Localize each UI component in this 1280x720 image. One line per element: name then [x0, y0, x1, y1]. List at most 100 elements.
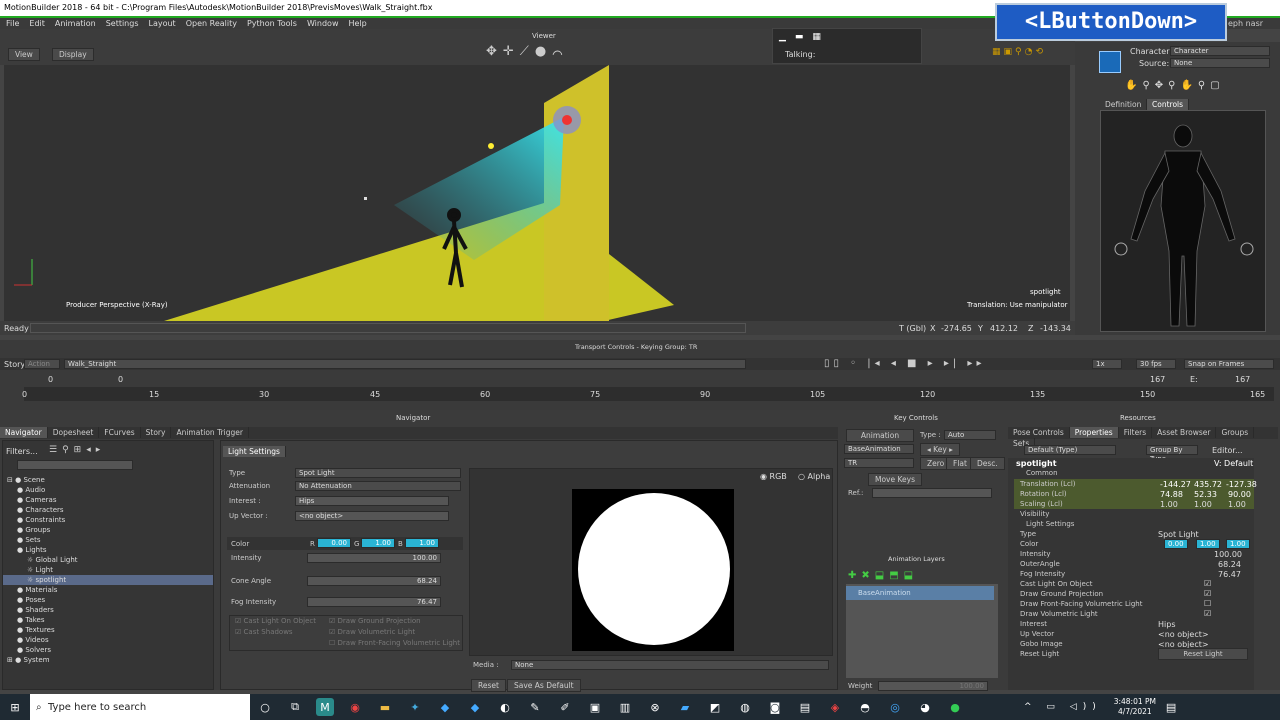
- prop-color-b[interactable]: 1.00: [1226, 539, 1250, 549]
- group-by-select[interactable]: Group By Type: [1146, 445, 1198, 463]
- chrome-icon[interactable]: ◉: [346, 698, 364, 716]
- end-frame[interactable]: 167: [1150, 375, 1165, 384]
- fog-intensity-slider[interactable]: 76.47: [307, 597, 441, 607]
- keying-group-select[interactable]: TR: [844, 458, 914, 468]
- menu-open-reality[interactable]: Open Reality: [186, 19, 237, 28]
- animation-button[interactable]: Animation: [846, 429, 914, 442]
- app-icon[interactable]: ✐: [556, 698, 574, 716]
- tree-item-scene[interactable]: ⊟ ● Scene: [3, 475, 213, 485]
- prop-up-vector-value[interactable]: <no object>: [1158, 630, 1209, 639]
- fps-select[interactable]: 30 fps: [1136, 359, 1176, 369]
- tree-item-characters[interactable]: ● Characters: [3, 505, 213, 515]
- app-icon[interactable]: ◆: [436, 698, 454, 716]
- speed-select[interactable]: 1x: [1092, 359, 1122, 369]
- tab-filters[interactable]: Filters: [1119, 427, 1153, 438]
- app-icon[interactable]: ▣: [586, 698, 604, 716]
- base-animation-select[interactable]: BaseAnimation: [844, 444, 914, 454]
- app-icon[interactable]: ✦: [406, 698, 424, 716]
- scaling-y[interactable]: 1.00: [1194, 500, 1212, 509]
- view-tools-icon[interactable]: ▦▣⚲◔⟲: [992, 47, 1046, 57]
- media-select[interactable]: None: [511, 660, 829, 670]
- translation-y[interactable]: 435.72: [1194, 480, 1222, 489]
- playback-controls-icon[interactable]: ▯▯ ◦ |◂ ◂ ■ ▸ ▸| ▸▸: [824, 358, 985, 369]
- attenuation-select[interactable]: No Attenuation: [295, 481, 461, 491]
- tree-tools-icon[interactable]: ☰⚲⊞◂▸: [49, 445, 105, 455]
- menu-file[interactable]: File: [6, 19, 19, 28]
- color-r-field[interactable]: 0.00: [317, 538, 351, 548]
- tab-dopesheet[interactable]: Dopesheet: [48, 427, 100, 438]
- notifications-icon[interactable]: ▤: [1162, 698, 1180, 716]
- layer-row[interactable]: BaseAnimation: [846, 586, 994, 600]
- app-icon[interactable]: ◍: [736, 698, 754, 716]
- tree-item-lights[interactable]: ● Lights: [3, 545, 213, 555]
- tree-item-audio[interactable]: ● Audio: [3, 485, 213, 495]
- draw-ground-checkbox[interactable]: ☑ Draw Ground Projection: [329, 617, 421, 625]
- tab-groups[interactable]: Groups: [1216, 427, 1255, 438]
- app-icon[interactable]: ◎: [886, 698, 904, 716]
- prop-checkboxes-icon[interactable]: ☑ ☑ ☐ ☑: [1204, 579, 1211, 619]
- tree-item-poses[interactable]: ● Poses: [3, 595, 213, 605]
- tree-item-constraints[interactable]: ● Constraints: [3, 515, 213, 525]
- timeline-slider[interactable]: 0 15 30 45 60 75 90 105 120 135 150 165: [22, 387, 1274, 401]
- prop-fog-value[interactable]: 76.47: [1218, 570, 1241, 579]
- source-select[interactable]: None: [1170, 58, 1270, 68]
- file-explorer-icon[interactable]: ▬: [376, 698, 394, 716]
- tree-item-system[interactable]: ⊞ ● System: [3, 655, 213, 665]
- current-frame[interactable]: 0: [118, 375, 123, 384]
- take-select[interactable]: Walk_Straight: [64, 359, 746, 369]
- tree-search-input[interactable]: [17, 460, 133, 470]
- type-select[interactable]: Spot Light: [295, 468, 461, 478]
- prop-interest-value[interactable]: Hips: [1158, 620, 1175, 629]
- reset-light-button[interactable]: Reset Light: [1158, 648, 1248, 660]
- weight-slider[interactable]: 100.00: [878, 681, 988, 691]
- menu-edit[interactable]: Edit: [29, 19, 45, 28]
- app-icon[interactable]: ◐: [496, 698, 514, 716]
- tree-item-global-light[interactable]: ☼ Global Light: [3, 555, 213, 565]
- tab-animation-trigger[interactable]: Animation Trigger: [171, 427, 249, 438]
- menu-window[interactable]: Window: [307, 19, 339, 28]
- tab-navigator[interactable]: Navigator: [0, 427, 48, 438]
- menu-help[interactable]: Help: [348, 19, 366, 28]
- action-select[interactable]: Action: [24, 359, 60, 369]
- view-button[interactable]: View: [8, 48, 40, 61]
- motionbuilder-icon[interactable]: M: [316, 698, 334, 716]
- app-icon[interactable]: ◈: [826, 698, 844, 716]
- app-icon[interactable]: ▤: [796, 698, 814, 716]
- cortana-icon[interactable]: ○: [256, 698, 274, 716]
- system-tray-icons[interactable]: ^ ▭ ◁)): [1024, 702, 1102, 712]
- taskbar-search[interactable]: ⌕ Type here to search: [30, 694, 250, 720]
- common-group[interactable]: Common: [1026, 469, 1058, 477]
- color-g-field[interactable]: 1.00: [361, 538, 395, 548]
- camera-app-icon[interactable]: ◙: [766, 698, 784, 716]
- key-button[interactable]: ◂ Key ▸: [920, 443, 960, 456]
- desc-button[interactable]: Desc.: [970, 457, 1005, 470]
- x-value[interactable]: -274.65: [941, 324, 972, 333]
- filters-label[interactable]: Filters...: [6, 447, 38, 456]
- tab-properties[interactable]: Properties: [1069, 427, 1119, 438]
- tab-controls[interactable]: Controls: [1147, 99, 1190, 110]
- rgb-radio[interactable]: ◉ RGB: [760, 472, 787, 481]
- scaling-x[interactable]: 1.00: [1160, 500, 1178, 509]
- ref-field[interactable]: [872, 488, 992, 498]
- cast-light-checkbox[interactable]: ☑ Cast Light On Object: [235, 617, 316, 625]
- draw-volumetric-checkbox[interactable]: ☑ Draw Volumetric Light: [329, 628, 415, 636]
- window-controls-icon[interactable]: ▁▬▦: [779, 32, 830, 42]
- tree-item-textures[interactable]: ● Textures: [3, 625, 213, 635]
- display-button[interactable]: Display: [52, 48, 94, 61]
- cone-angle-slider[interactable]: 68.24: [307, 576, 441, 586]
- layer-tools-icon[interactable]: ✚✖⬓⬒⬓: [848, 570, 918, 581]
- tree-item-shaders[interactable]: ● Shaders: [3, 605, 213, 615]
- alpha-radio[interactable]: ○ Alpha: [798, 472, 830, 481]
- key-type-select[interactable]: Auto: [944, 430, 996, 440]
- reset-button[interactable]: Reset: [471, 679, 506, 692]
- pose-tool-icons[interactable]: ✋⚲✥⚲✋⚲▢: [1125, 80, 1225, 91]
- up-vector-field[interactable]: <no object>: [295, 511, 449, 521]
- snap-select[interactable]: Snap on Frames: [1184, 359, 1274, 369]
- tree-item-spotlight[interactable]: ☼ spotlight: [3, 575, 213, 585]
- prop-type-value[interactable]: Spot Light: [1158, 530, 1199, 539]
- light-settings-tab[interactable]: Light Settings: [223, 446, 286, 457]
- scaling-z[interactable]: 1.00: [1228, 500, 1246, 509]
- character-select[interactable]: Character: [1170, 46, 1270, 56]
- clock[interactable]: 3:48:01 PM 4/7/2021: [1114, 697, 1156, 717]
- translation-z[interactable]: -127.38: [1226, 480, 1257, 489]
